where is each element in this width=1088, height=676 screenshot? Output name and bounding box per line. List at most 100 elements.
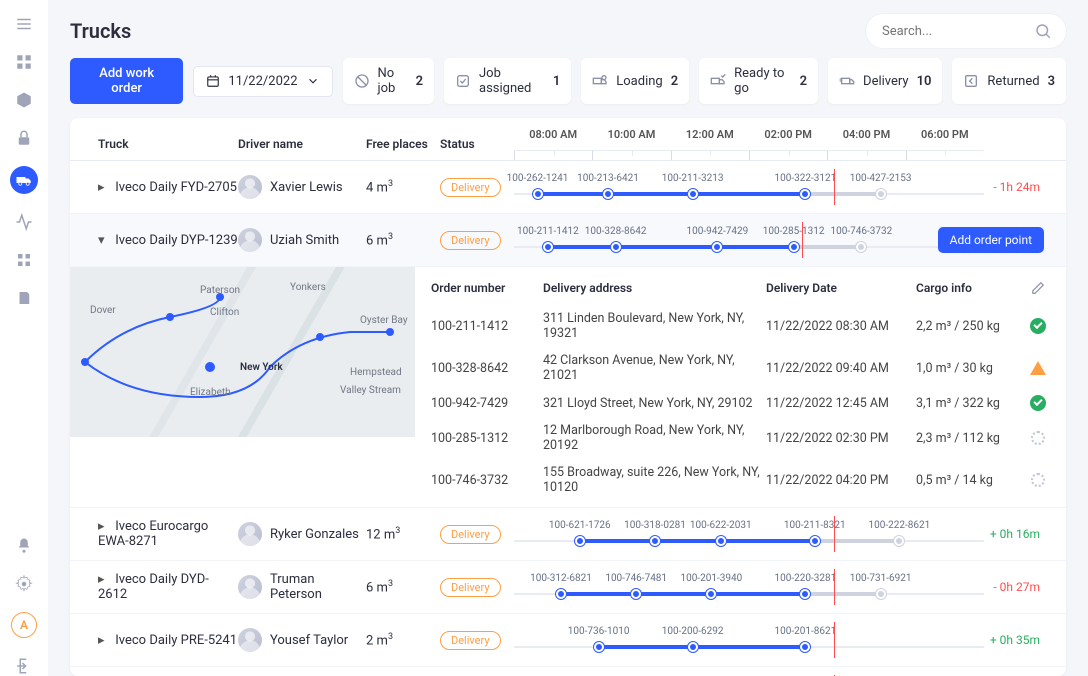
settings-icon[interactable] (14, 574, 34, 594)
order-row: 100-211-1412 311 Linden Boulevard, New Y… (431, 305, 1050, 347)
order-point[interactable] (800, 589, 810, 599)
table-row: ▸ Iveco Daily PRE-5241 Yousef Taylor 2 m… (70, 614, 1066, 667)
status-chip-assigned[interactable]: Job assigned1 (444, 58, 571, 104)
lock-icon[interactable] (14, 128, 34, 148)
route-map[interactable]: Dover Paterson Clifton Yonkers New York … (70, 267, 415, 437)
returned-icon (963, 73, 979, 89)
order-row: 100-328-8642 42 Clarkson Avenue, New Yor… (431, 347, 1050, 389)
status-chip-delivery[interactable]: Delivery10 (828, 58, 942, 104)
order-point[interactable] (800, 189, 810, 199)
orders-header: Order number Delivery address Delivery D… (431, 277, 1050, 305)
order-address: 321 Lloyd Street, New York, NY, 29102 (543, 396, 766, 411)
table-row: ▾ Iveco Daily DYP-1239 Uziah Smith 6 m3 … (70, 214, 1066, 267)
order-number: 100-285-1312 (431, 431, 543, 446)
logout-icon[interactable] (14, 656, 34, 676)
order-point[interactable] (688, 189, 698, 199)
timeline: 100-736-1010100-200-6292100-201-8621 (514, 622, 984, 658)
order-point[interactable] (706, 589, 716, 599)
status-chip-returned[interactable]: Returned3 (952, 58, 1066, 104)
order-point[interactable] (894, 536, 904, 546)
order-address: 311 Linden Boulevard, New York, NY, 1932… (543, 311, 766, 341)
order-point[interactable] (688, 642, 698, 652)
chip-label: Loading (616, 74, 662, 89)
order-point[interactable] (856, 242, 866, 252)
truck-name: Iveco Daily PRE-5241 (115, 633, 237, 648)
order-point[interactable] (712, 242, 722, 252)
order-label: 100-621-1726 (549, 520, 611, 531)
dashboard-icon[interactable] (14, 52, 34, 72)
expand-caret[interactable]: ▸ (98, 633, 112, 648)
order-point[interactable] (603, 189, 613, 199)
status-chip-loading[interactable]: Loading2 (581, 58, 689, 104)
notes-icon[interactable] (14, 288, 34, 308)
order-point[interactable] (556, 589, 566, 599)
order-point[interactable] (876, 189, 886, 199)
expand-caret[interactable]: ▸ (98, 519, 112, 534)
package-icon[interactable] (14, 90, 34, 110)
order-point[interactable] (631, 589, 641, 599)
time-ruler (514, 150, 984, 160)
grid-icon[interactable] (14, 250, 34, 270)
activity-icon[interactable] (14, 212, 34, 232)
order-label: 100-427-2153 (850, 173, 912, 184)
order-point[interactable] (575, 536, 585, 546)
order-row: 100-942-7429 321 Lloyd Street, New York,… (431, 389, 1050, 417)
timeline: 100-262-1241100-213-6421100-211-3213100-… (514, 169, 984, 205)
status-chip-no-job[interactable]: No job2 (343, 58, 434, 104)
order-point[interactable] (650, 536, 660, 546)
truck-name: Iveco Eurocargo EWA-8271 (98, 519, 208, 549)
table-body: ▸ Iveco Daily FYD-2705 Xavier Lewis 4 m3… (70, 161, 1066, 676)
chip-label: No job (378, 66, 408, 96)
order-point[interactable] (716, 536, 726, 546)
sidebar: A (0, 0, 48, 676)
table-row: ▸ Iveco Daily FYD-2705 Xavier Lewis 4 m3… (70, 161, 1066, 214)
order-point[interactable] (876, 589, 886, 599)
order-label: 100-328-8642 (585, 226, 647, 237)
order-point[interactable] (800, 642, 810, 652)
order-point[interactable] (533, 189, 543, 199)
order-cargo: 0,5 m³ / 14 kg (916, 473, 1026, 488)
chip-count: 2 (800, 74, 807, 89)
loading-icon (592, 73, 608, 89)
expand-panel: Dover Paterson Clifton Yonkers New York … (70, 267, 1066, 508)
status-chip-ready[interactable]: Ready to go2 (699, 58, 818, 104)
table-header: Truck Driver name Free places Status 08:… (70, 118, 1066, 161)
chevron-down-icon (306, 74, 320, 88)
order-point[interactable] (611, 242, 621, 252)
menu-icon[interactable] (14, 14, 34, 34)
timeline: 100-621-1726100-318-0281100-622-2031100-… (514, 516, 984, 552)
user-avatar[interactable]: A (11, 612, 37, 638)
order-point[interactable] (789, 242, 799, 252)
edit-icon[interactable] (1026, 281, 1050, 295)
add-work-order-button[interactable]: Add work order (70, 58, 183, 104)
order-label: 100-312-6821 (530, 573, 592, 584)
delta-value: + 0h 35m (984, 633, 1050, 647)
order-cargo: 1,0 m³ / 30 kg (916, 361, 1026, 376)
truck-icon[interactable] (10, 166, 38, 194)
search-icon[interactable] (1034, 22, 1052, 44)
delivery-icon (839, 73, 855, 89)
page-header: Trucks (48, 0, 1088, 58)
expand-caret[interactable]: ▸ (98, 180, 112, 195)
driver-name: Ryker Gonzales (270, 527, 359, 542)
free-places: 6 m3 (366, 232, 440, 248)
bell-icon[interactable] (14, 536, 34, 556)
order-label: 100-201-8621 (775, 626, 837, 637)
order-date: 11/22/2022 02:30 PM (766, 431, 916, 446)
driver-avatar (238, 575, 262, 599)
truck-name: Iveco Daily FYD-2705 (115, 180, 237, 195)
date-picker[interactable]: 11/22/2022 (193, 66, 332, 97)
truck-name: Iveco Daily DYD-2612 (98, 572, 209, 602)
order-date: 11/22/2022 04:20 PM (766, 473, 916, 488)
order-date: 11/22/2022 12:45 AM (766, 396, 916, 411)
expand-caret[interactable]: ▸ (98, 572, 112, 587)
time-tick: 10:00 AM (592, 128, 670, 150)
page-title: Trucks (70, 19, 131, 43)
expand-caret[interactable]: ▾ (98, 233, 112, 248)
add-order-point-button[interactable]: Add order point (938, 227, 1044, 253)
status-pending-icon (1031, 473, 1045, 487)
free-places: 12 m3 (366, 526, 440, 542)
order-point[interactable] (810, 536, 820, 546)
order-point[interactable] (594, 642, 604, 652)
order-point[interactable] (543, 242, 553, 252)
